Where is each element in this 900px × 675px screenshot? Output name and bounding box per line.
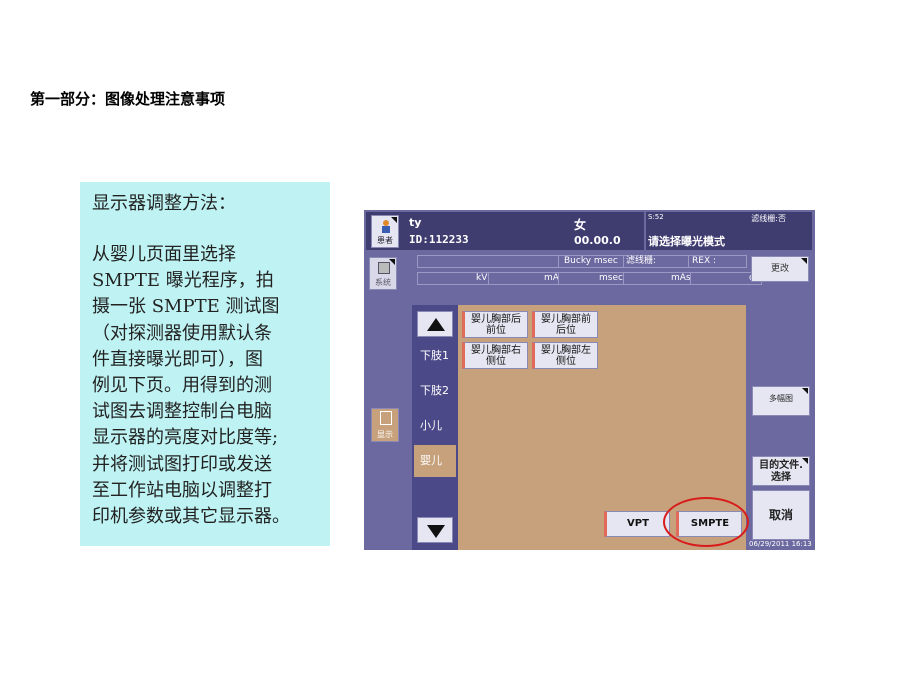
protocol-label: 婴儿胸部后 xyxy=(471,314,521,325)
status-grid: 滤线栅:否 xyxy=(751,214,786,223)
destination-label: 目的文件. xyxy=(759,460,803,471)
note-body: 从婴儿页面里选择 SMPTE 曝光程序，拍 摄一张 SMPTE 测试图 （对探测… xyxy=(92,242,320,530)
cancel-button[interactable]: 取消 xyxy=(752,490,810,540)
corner-triangle-icon xyxy=(802,458,808,464)
protocol-label: 前位 xyxy=(486,325,506,336)
patient-icon xyxy=(382,220,390,233)
protocol-label: 后位 xyxy=(556,325,576,336)
note-line: （对探测器使用默认条 xyxy=(92,322,272,344)
smpte-highlight-circle xyxy=(663,497,749,547)
protocol-button[interactable]: 婴儿胸部前 后位 xyxy=(532,311,598,338)
arrow-down-icon xyxy=(427,525,445,538)
scroll-down-button[interactable] xyxy=(417,517,453,543)
rex-label: REX : xyxy=(692,256,716,266)
corner-triangle-icon xyxy=(802,388,808,394)
scroll-up-button[interactable] xyxy=(417,311,453,337)
protocol-label: 婴儿胸部右 xyxy=(471,345,521,356)
system-button[interactable]: 系统 xyxy=(369,257,397,290)
corner-triangle-icon xyxy=(801,258,807,264)
multi-image-label: 多幅图 xyxy=(769,394,793,403)
param-row-bottom: kV mA msec mAs cm xyxy=(417,272,763,285)
note-line: 例见下页。用得到的测 xyxy=(92,375,272,397)
destination-label: 选择 xyxy=(771,472,791,483)
patient-bar: 患者 ty ID:112233 女 00.00.0 xyxy=(366,212,644,250)
protocol-button[interactable]: 婴儿胸部后 前位 xyxy=(462,311,528,338)
protocol-label: 侧位 xyxy=(486,356,506,367)
protocol-label: 婴儿胸部前 xyxy=(541,314,591,325)
kv-label: kV xyxy=(476,273,488,283)
param-row-top: Bucky msec 滤线栅: REX : xyxy=(417,255,747,268)
category-tab-lower-limb-2[interactable]: 下肢2 xyxy=(414,375,456,407)
protocol-label: 婴儿胸部左 xyxy=(541,345,591,356)
ma-label: mA xyxy=(544,273,559,283)
category-tab-infant[interactable]: 婴儿 xyxy=(414,445,456,477)
note-line: 印机参数或其它显示器。 xyxy=(92,506,290,528)
patient-button-label: 患者 xyxy=(377,236,393,245)
note-heading: 显示器调整方法： xyxy=(92,193,236,214)
protocol-button[interactable]: 婴儿胸部右 侧位 xyxy=(462,342,528,369)
slide-title: 第一部分：图像处理注意事项 xyxy=(30,90,226,108)
patient-dob: 00.00.0 xyxy=(574,234,621,247)
category-panel: 下肢1 下肢2 小儿 婴儿 xyxy=(412,305,458,550)
change-button[interactable]: 更改 xyxy=(751,256,809,282)
status-code: S:52 xyxy=(648,213,664,221)
timestamp: 06/29/2011 16:13 xyxy=(749,540,812,548)
multi-image-button[interactable]: 多幅图 xyxy=(752,386,810,416)
status-message: 请选择曝光模式 xyxy=(648,235,725,248)
note-line: SMPTE 曝光程序，拍 xyxy=(92,270,274,292)
patient-button[interactable]: 患者 xyxy=(371,215,399,248)
note-line: 从婴儿页面里选择 xyxy=(92,244,236,265)
grid-label: 滤线栅: xyxy=(626,256,657,266)
patient-name: ty xyxy=(409,216,422,229)
exposure-console-screenshot: 患者 ty ID:112233 女 00.00.0 S:52 滤线栅:否 请选择… xyxy=(364,210,815,550)
status-box: S:52 滤线栅:否 请选择曝光模式 xyxy=(646,212,812,250)
note-line: 试图去调整控制台电脑 xyxy=(92,401,272,423)
note-box: 显示器调整方法： 从婴儿页面里选择 SMPTE 曝光程序，拍 摄一张 SMPTE… xyxy=(80,182,330,546)
vpt-button[interactable]: VPT xyxy=(604,511,670,537)
display-icon xyxy=(380,411,392,425)
arrow-up-icon xyxy=(427,318,445,331)
system-icon xyxy=(378,262,390,274)
display-button[interactable]: 显示 xyxy=(371,408,399,442)
note-line: 至工作站电脑以调整打 xyxy=(92,479,272,501)
note-line: 显示器的亮度对比度等; xyxy=(92,427,279,449)
display-button-label: 显示 xyxy=(377,430,393,439)
note-line: 并将测试图打印或发送 xyxy=(92,453,272,475)
msec-label: msec xyxy=(599,273,623,283)
bucky-label: Bucky msec xyxy=(564,256,618,266)
mas-label: mAs xyxy=(671,273,691,283)
protocol-button[interactable]: 婴儿胸部左 侧位 xyxy=(532,342,598,369)
note-line: 件直接曝光即可），图 xyxy=(92,348,263,370)
note-line: 摄一张 SMPTE 测试图 xyxy=(92,296,280,318)
change-button-label: 更改 xyxy=(770,264,789,274)
patient-sex: 女 xyxy=(574,218,587,232)
protocol-label: 侧位 xyxy=(556,356,576,367)
destination-file-button[interactable]: 目的文件. 选择 xyxy=(752,456,810,486)
category-tab-lower-limb-1[interactable]: 下肢1 xyxy=(414,340,456,372)
category-tab-child[interactable]: 小儿 xyxy=(414,410,456,442)
system-button-label: 系统 xyxy=(375,278,391,287)
patient-id: ID:112233 xyxy=(409,233,469,246)
